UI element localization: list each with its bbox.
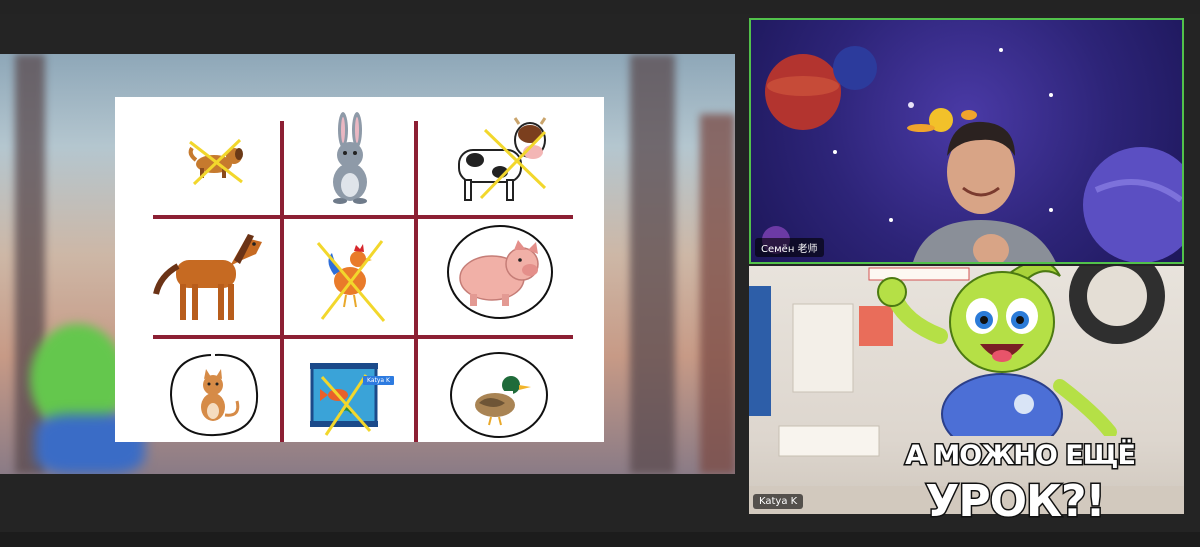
cell-rabbit[interactable]: [285, 107, 415, 212]
bottom-bar: [0, 532, 1200, 547]
cell-rooster[interactable]: [285, 222, 415, 327]
cursor-name-tag: Katya K: [363, 376, 394, 385]
fish-tank-icon: [310, 363, 378, 436]
pig-icon: [447, 224, 553, 319]
blur-post: [700, 114, 735, 474]
cell-cat[interactable]: [150, 342, 280, 447]
shared-screen: Katya K: [0, 54, 735, 474]
cell-fish-tank[interactable]: Katya K: [285, 342, 415, 447]
cow-icon: [458, 116, 547, 201]
participant-name-student: Katya K: [753, 494, 804, 509]
top-bar: [0, 0, 1200, 14]
cell-pig[interactable]: [435, 222, 565, 327]
cell-duck[interactable]: [435, 342, 565, 447]
teacher-video: [913, 121, 1056, 262]
rooster-icon: [316, 239, 386, 322]
caption-line-1: А МОЖНО ЕЩЁ: [904, 439, 1138, 473]
rabbit-icon: [333, 111, 367, 204]
cell-horse[interactable]: [150, 222, 280, 327]
grid-line: [153, 335, 573, 339]
duck-icon: [450, 352, 548, 438]
blur-post: [630, 54, 675, 474]
grid-line: [153, 215, 573, 219]
horse-icon: [153, 233, 262, 320]
cell-dog[interactable]: [150, 107, 280, 212]
cell-cow[interactable]: [435, 107, 565, 212]
participant-name-teacher: Семён 老师: [755, 238, 824, 257]
worksheet[interactable]: Katya K: [115, 97, 604, 442]
cat-icon: [169, 353, 259, 437]
grid-line: [280, 121, 284, 442]
dog-icon: [188, 138, 243, 185]
participant-tile-teacher[interactable]: Семён 老师: [749, 18, 1184, 264]
caption-line-2: УРОК?!: [924, 475, 1107, 529]
alien-mascot-sticker: [877, 266, 1117, 436]
